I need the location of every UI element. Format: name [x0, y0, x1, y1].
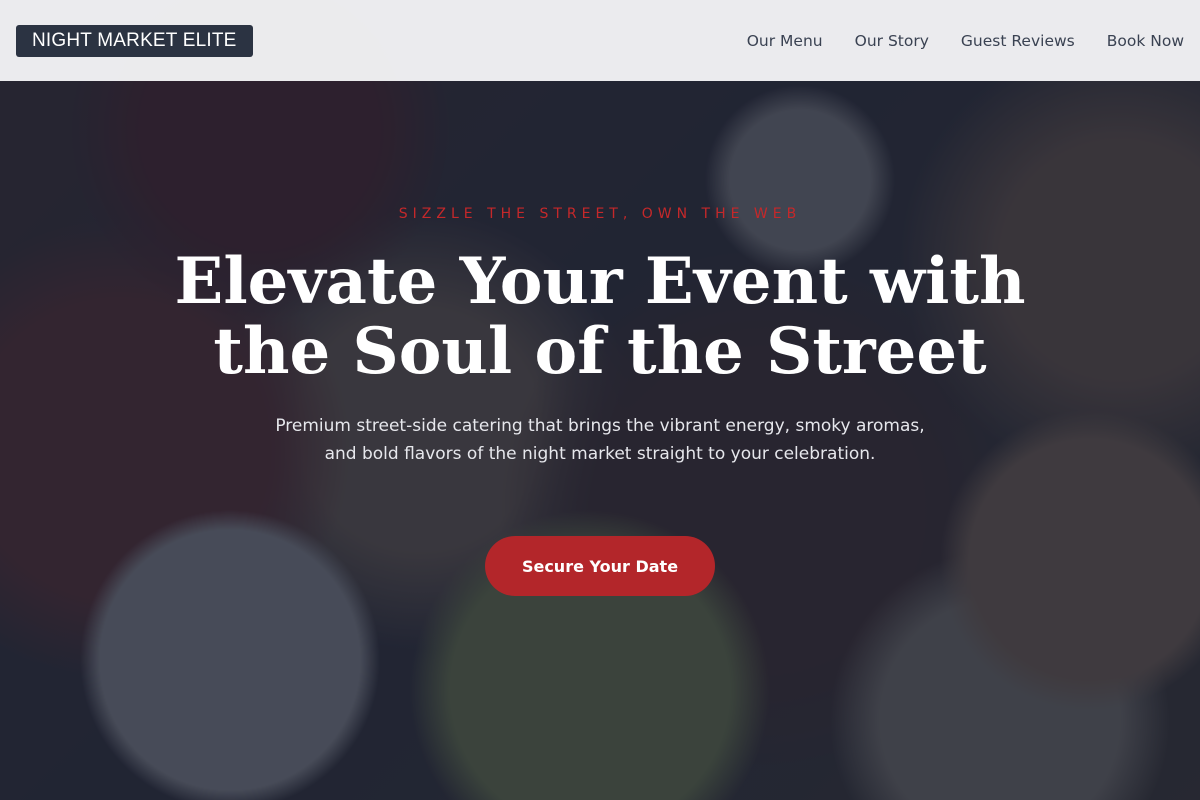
hero-headline: Elevate Your Event with the Soul of the … [174, 244, 1026, 389]
hero-section: SIZZLE THE STREET, OWN THE WEB Elevate Y… [0, 0, 1200, 800]
landing-page: NIGHT MARKET ELITE Our Menu Our Story Gu… [0, 0, 1200, 800]
secure-date-button[interactable]: Secure Your Date [485, 536, 715, 596]
hero-eyebrow: SIZZLE THE STREET, OWN THE WEB [398, 206, 802, 222]
hero-subtitle: Premium street-side catering that brings… [275, 416, 925, 464]
